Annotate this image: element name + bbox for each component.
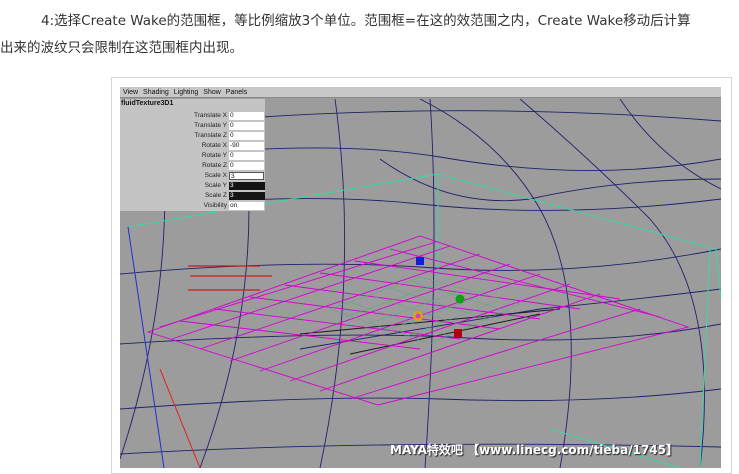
attr-value-field[interactable]: 0	[229, 122, 264, 130]
attr-label: Scale Z	[204, 192, 227, 199]
annotation-underlines	[188, 265, 272, 291]
attr-row-translate-y[interactable]: Translate Y 0	[120, 121, 265, 131]
attr-row-rotate-z[interactable]: Rotate Z 0	[120, 161, 265, 171]
attr-row-translate-z[interactable]: Translate Z 0	[120, 131, 265, 141]
move-handle-z	[454, 329, 462, 337]
attr-row-scale-y[interactable]: Scale Y 3	[120, 181, 265, 191]
attr-value-field[interactable]: 0	[229, 162, 264, 170]
attr-value-field[interactable]: 3	[229, 192, 265, 200]
attr-row-scale-x[interactable]: Scale X 3	[120, 171, 265, 181]
attr-label: Scale X	[204, 172, 227, 179]
pivot-point	[415, 313, 421, 319]
attr-value-field[interactable]: 0	[229, 112, 264, 120]
attr-row-scale-z[interactable]: Scale Z 3	[120, 191, 265, 201]
menu-shading[interactable]: Shading	[143, 87, 169, 97]
node-name: fluidTexture3D1	[121, 100, 174, 107]
move-handle-y	[416, 257, 424, 265]
attr-row-translate-x[interactable]: Translate X 0	[120, 111, 265, 121]
menu-view[interactable]: View	[123, 87, 138, 97]
move-handle-x	[455, 294, 465, 304]
attr-value-field[interactable]: 3	[229, 172, 264, 180]
attr-row-visibility[interactable]: Visibility on	[120, 201, 265, 211]
attr-label: Rotate X	[201, 142, 227, 149]
attr-label: Visibility	[203, 202, 227, 209]
attr-row-rotate-x[interactable]: Rotate X -90	[120, 141, 265, 151]
attr-value-field[interactable]: -90	[229, 142, 264, 150]
attr-label: Scale Y	[204, 182, 227, 189]
article-line-2: 出来的波纹只会限制在这范围框内出现。	[0, 40, 243, 56]
attr-value-field[interactable]: 3	[229, 182, 265, 190]
menu-panels[interactable]: Panels	[226, 87, 247, 97]
menu-lighting[interactable]: Lighting	[174, 87, 199, 97]
attr-value-field[interactable]: 0	[229, 132, 264, 140]
channel-box: fluidTexture3D1 Translate X 0 Translate …	[120, 99, 265, 211]
article-text: 4:选择Create Wake的范围框，等比例缩放3个单位。范围框=在这的效范围…	[0, 8, 735, 62]
attr-value-field[interactable]: 0	[229, 152, 264, 160]
attr-label: Rotate Y	[201, 152, 227, 159]
maya-screenshot: View Shading Lighting Show Panels fluidT…	[120, 87, 721, 468]
fluid-container-box	[127, 173, 721, 468]
article-line-1: 4:选择Create Wake的范围框，等比例缩放3个单位。范围框=在这的效范围…	[41, 13, 691, 29]
watermark: MAYA特效吧 【www.linecg.com/tieba/1745】	[390, 443, 679, 457]
attr-label: Translate Y	[194, 122, 227, 129]
attr-value-field[interactable]: on	[229, 202, 264, 210]
menu-show[interactable]: Show	[203, 87, 221, 97]
attr-row-rotate-y[interactable]: Rotate Y 0	[120, 151, 265, 161]
attr-label: Translate Z	[194, 132, 227, 139]
panel-menu-bar: View Shading Lighting Show Panels	[120, 87, 721, 98]
attr-label: Rotate Z	[202, 162, 227, 169]
attr-label: Translate X	[194, 112, 227, 119]
